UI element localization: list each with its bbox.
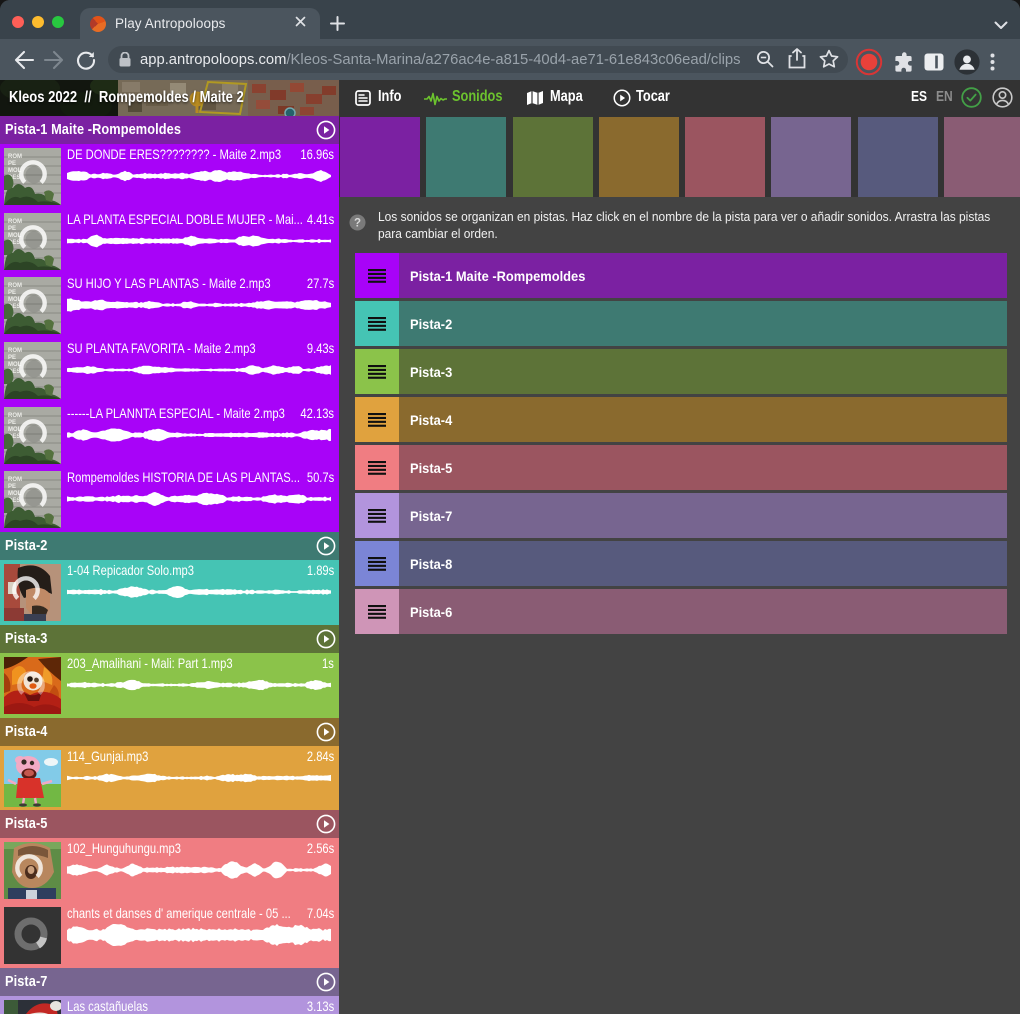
svg-text:ROM: ROM [8, 283, 22, 289]
svg-text:PE: PE [8, 161, 16, 167]
svg-text:ROM: ROM [8, 154, 22, 160]
svg-text:PE: PE [8, 484, 16, 490]
svg-text:ROM: ROM [8, 413, 22, 419]
svg-text:?: ? [354, 218, 361, 230]
svg-text:PE: PE [8, 420, 16, 426]
svg-text:ROM: ROM [8, 219, 22, 225]
svg-text:ROM: ROM [8, 477, 22, 483]
svg-text:PE: PE [8, 355, 16, 361]
svg-text:PE: PE [8, 226, 16, 232]
svg-text:PE: PE [8, 290, 16, 296]
svg-text:ROM: ROM [8, 348, 22, 354]
